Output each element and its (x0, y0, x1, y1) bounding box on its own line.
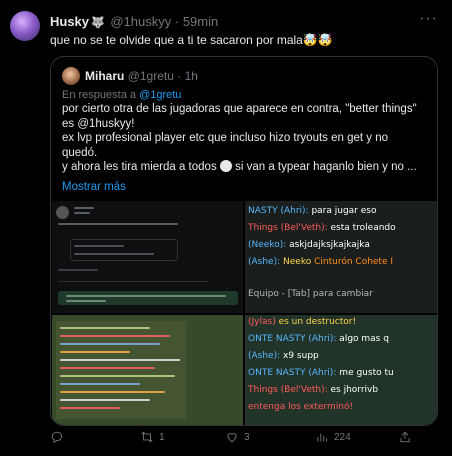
share-button[interactable] (398, 430, 412, 444)
share-icon (400, 431, 410, 443)
quoted-tweet[interactable]: Miharu @1gretu · 1h En respuesta a @1gre… (50, 56, 438, 426)
media-image-1[interactable] (52, 201, 243, 313)
chat-line: Equipo - [Tab] para cambiar (248, 289, 373, 299)
quoted-handle: @1gretu (127, 69, 174, 83)
action-bar: 1 3 224 (0, 430, 452, 448)
reply-context: En respuesta a @1gretu (62, 89, 182, 101)
tweet-text: que no se te olvide que a ti te sacaron … (50, 33, 333, 47)
community-note-banner (58, 291, 238, 305)
quoted-avatar[interactable] (62, 67, 80, 85)
quoted-line: quedó. (62, 146, 98, 159)
quoted-author-name: Miharu (85, 69, 125, 83)
heart-icon (227, 433, 237, 443)
tweet[interactable]: Husky 🐺 @1huskyy · 59min ··· que no se te… (0, 0, 452, 456)
chat-line: (Jylas) es un destructor! (248, 317, 357, 327)
avatar[interactable] (10, 11, 40, 41)
quoted-line: y ahora les tira mierda a todos si van a… (62, 160, 417, 173)
reply-icon (51, 431, 63, 444)
retweet-icon (141, 431, 153, 443)
views-chart-icon (317, 433, 328, 442)
like-button[interactable]: 3 (225, 430, 250, 444)
wolf-badge-icon: 🐺 (91, 17, 105, 29)
chat-line: ONTE NASTY (Ahri): algo mas q (248, 334, 389, 344)
chat-line: (Ashe): x9 supp (248, 351, 319, 361)
chat-line: Things (Bel'Veth): es jhorrivb (248, 385, 379, 395)
chat-line: ONTE NASTY (Ahri): me gusto tu (248, 368, 394, 378)
media-image-3[interactable] (52, 315, 243, 425)
mini-avatar (56, 206, 69, 219)
media-image-2[interactable]: NASTY (Ahri): para jugar eso Things (Bel… (245, 201, 437, 313)
quoted-line: es @1huskyy! (62, 117, 135, 130)
tweet-header: Husky 🐺 @1huskyy · 59min (50, 14, 219, 29)
author-name[interactable]: Husky (50, 14, 89, 29)
quoted-time: 1h (184, 69, 198, 83)
embedded-card (70, 239, 178, 261)
retweet-button[interactable]: 1 (140, 430, 165, 444)
media-image-4[interactable]: (Jylas) es un destructor! ONTE NASTY (Ah… (245, 315, 437, 425)
mask-emoji-icon (219, 160, 232, 172)
views-button[interactable]: 224 (315, 430, 351, 444)
quoted-line: ex lvp profesional player etc que inclus… (62, 132, 389, 144)
quoted-line: por cierto otra de las jugadoras que apa… (62, 103, 417, 115)
quoted-text: por cierto otra de las jugadoras que apa… (62, 102, 432, 175)
reply-to-link[interactable]: @1gretu (139, 89, 181, 101)
tweet-time[interactable]: 59min (183, 14, 218, 29)
chat-line: NASTY (Ahri): para jugar eso (248, 206, 377, 216)
show-more-link[interactable]: Mostrar más (62, 181, 126, 193)
chat-line: (Ashe): Neeko Cinturón Cohete I (248, 257, 394, 267)
chat-line: entenga los exterminó! (248, 402, 354, 412)
chat-line: Things (Bel'Veth): esta troleando (248, 223, 396, 233)
chat-line: (Neeko): askjdajksjkajkajka (248, 240, 370, 250)
author-handle[interactable]: @1huskyy (110, 14, 171, 29)
reply-button[interactable] (50, 430, 69, 444)
quoted-header: Miharu @1gretu · 1h (85, 69, 198, 83)
more-dots-icon[interactable]: ··· (419, 10, 438, 28)
media-grid[interactable]: NASTY (Ahri): para jugar eso Things (Bel… (52, 201, 437, 425)
